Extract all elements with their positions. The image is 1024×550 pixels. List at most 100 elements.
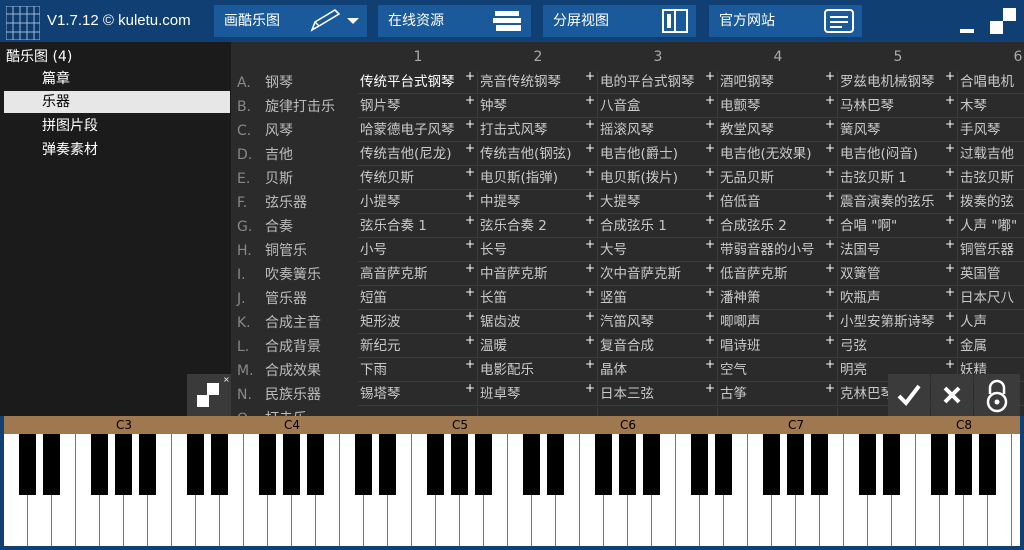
add-icon[interactable]: + [945,95,955,112]
black-key[interactable] [19,434,36,495]
instrument-cell[interactable]: 马林巴琴 + [838,95,958,118]
instrument-cell[interactable]: 传统吉他(钢弦) + [478,143,598,166]
add-icon[interactable]: + [705,263,715,280]
tree-item-puzzle-fragments[interactable]: 拼图片段 [4,115,230,137]
instrument-cell[interactable]: 高音萨克斯 + [358,263,478,286]
instrument-cell[interactable]: 人声 "嘟"+ [958,215,1024,238]
add-icon[interactable]: + [945,119,955,136]
black-key[interactable] [307,434,324,495]
draw-button[interactable]: 画酷乐图 [214,5,367,37]
instrument-cell[interactable]: 木琴+ [958,95,1024,118]
black-key[interactable] [475,434,492,495]
add-icon[interactable]: + [825,215,835,232]
black-key[interactable] [283,434,300,495]
instrument-cell[interactable]: 日本尺八+ [958,287,1024,310]
instrument-cell[interactable]: 小型安第斯诗琴 + [838,311,958,334]
confirm-button[interactable] [888,374,930,416]
black-key[interactable] [187,434,204,495]
add-icon[interactable]: + [705,215,715,232]
instrument-cell[interactable]: 班卓琴 + [478,383,598,406]
add-icon[interactable]: + [465,71,475,88]
instrument-cell[interactable]: 弓弦 + [838,335,958,358]
add-icon[interactable]: + [585,383,595,400]
instrument-cell[interactable]: 传统贝斯 + [358,167,478,190]
add-icon[interactable]: + [945,335,955,352]
add-icon[interactable]: + [945,71,955,88]
add-icon[interactable]: + [465,215,475,232]
add-icon[interactable]: + [705,287,715,304]
black-key[interactable] [427,434,444,495]
add-icon[interactable]: + [825,239,835,256]
instrument-cell[interactable]: 弦乐合奏 1 + [358,215,478,238]
add-icon[interactable]: + [585,119,595,136]
instrument-cell[interactable]: 手风琴+ [958,119,1024,142]
add-icon[interactable]: + [825,287,835,304]
black-key[interactable] [811,434,828,495]
instrument-cell[interactable]: 震音演奏的弦乐 + [838,191,958,214]
black-key[interactable] [643,434,660,495]
instrument-cell[interactable]: 击弦贝斯+ [958,167,1024,190]
black-key[interactable] [691,434,708,495]
black-key[interactable] [931,434,948,495]
add-icon[interactable]: + [465,95,475,112]
instrument-cell[interactable]: 英国管+ [958,263,1024,286]
black-key[interactable] [115,434,132,495]
add-icon[interactable]: + [825,263,835,280]
add-icon[interactable]: + [705,119,715,136]
add-icon[interactable]: + [825,167,835,184]
add-icon[interactable]: + [585,215,595,232]
tree-root[interactable]: 酷乐图 (4) [6,46,72,66]
add-icon[interactable]: + [705,311,715,328]
instrument-cell[interactable]: 次中音萨克斯 + [598,263,718,286]
instrument-cell[interactable]: 金属+ [958,335,1024,358]
add-icon[interactable]: + [705,383,715,400]
instrument-cell[interactable]: 电的平台式钢琴 + [598,71,718,94]
instrument-cell[interactable]: 摇滚风琴 + [598,119,718,142]
white-key[interactable] [1012,434,1020,546]
instrument-cell[interactable]: 潘神箫 + [718,287,838,310]
add-icon[interactable]: + [705,167,715,184]
add-icon[interactable]: + [825,335,835,352]
black-key[interactable] [451,434,468,495]
instrument-cell[interactable]: 新纪元 + [358,335,478,358]
black-key[interactable] [595,434,612,495]
black-key[interactable] [139,434,156,495]
add-icon[interactable]: + [585,359,595,376]
add-icon[interactable]: + [705,143,715,160]
instrument-cell[interactable]: 大提琴 + [598,191,718,214]
black-key[interactable] [763,434,780,495]
instrument-cell[interactable]: 低音萨克斯 + [718,263,838,286]
add-icon[interactable]: + [585,143,595,160]
piano-keyboard[interactable] [4,434,1020,546]
black-key[interactable] [619,434,636,495]
instrument-cell[interactable]: 铜管乐器+ [958,239,1024,262]
instrument-cell[interactable]: 锡塔琴 + [358,383,478,406]
add-icon[interactable]: + [465,335,475,352]
add-icon[interactable]: + [585,311,595,328]
add-icon[interactable]: + [825,383,835,400]
instrument-cell[interactable]: 电颤琴 + [718,95,838,118]
instrument-cell[interactable]: 传统吉他(尼龙) + [358,143,478,166]
add-icon[interactable]: + [465,359,475,376]
add-icon[interactable]: + [585,335,595,352]
add-icon[interactable]: + [705,239,715,256]
instrument-cell[interactable]: 双簧管 + [838,263,958,286]
instrument-cell[interactable]: 吹瓶声 + [838,287,958,310]
instrument-cell[interactable]: 长笛 + [478,287,598,310]
instrument-cell[interactable]: 电吉他(闷音) + [838,143,958,166]
add-icon[interactable]: + [585,191,595,208]
instrument-cell[interactable]: 合成弦乐 2 + [718,215,838,238]
instrument-cell[interactable]: 亮音传统钢琴 + [478,71,598,94]
black-key[interactable] [715,434,732,495]
add-icon[interactable]: + [945,311,955,328]
black-key[interactable] [979,434,996,495]
instrument-cell[interactable]: 钢片琴 + [358,95,478,118]
instrument-cell[interactable]: 电吉他(无效果) + [718,143,838,166]
instrument-cell[interactable]: 钟琴 + [478,95,598,118]
instrument-cell[interactable]: 长号 + [478,239,598,262]
instrument-cell[interactable]: 下雨 + [358,359,478,382]
instrument-cell[interactable]: 锯齿波 + [478,311,598,334]
add-icon[interactable]: + [585,71,595,88]
instrument-cell[interactable]: 八音盒 + [598,95,718,118]
black-key[interactable] [955,434,972,495]
